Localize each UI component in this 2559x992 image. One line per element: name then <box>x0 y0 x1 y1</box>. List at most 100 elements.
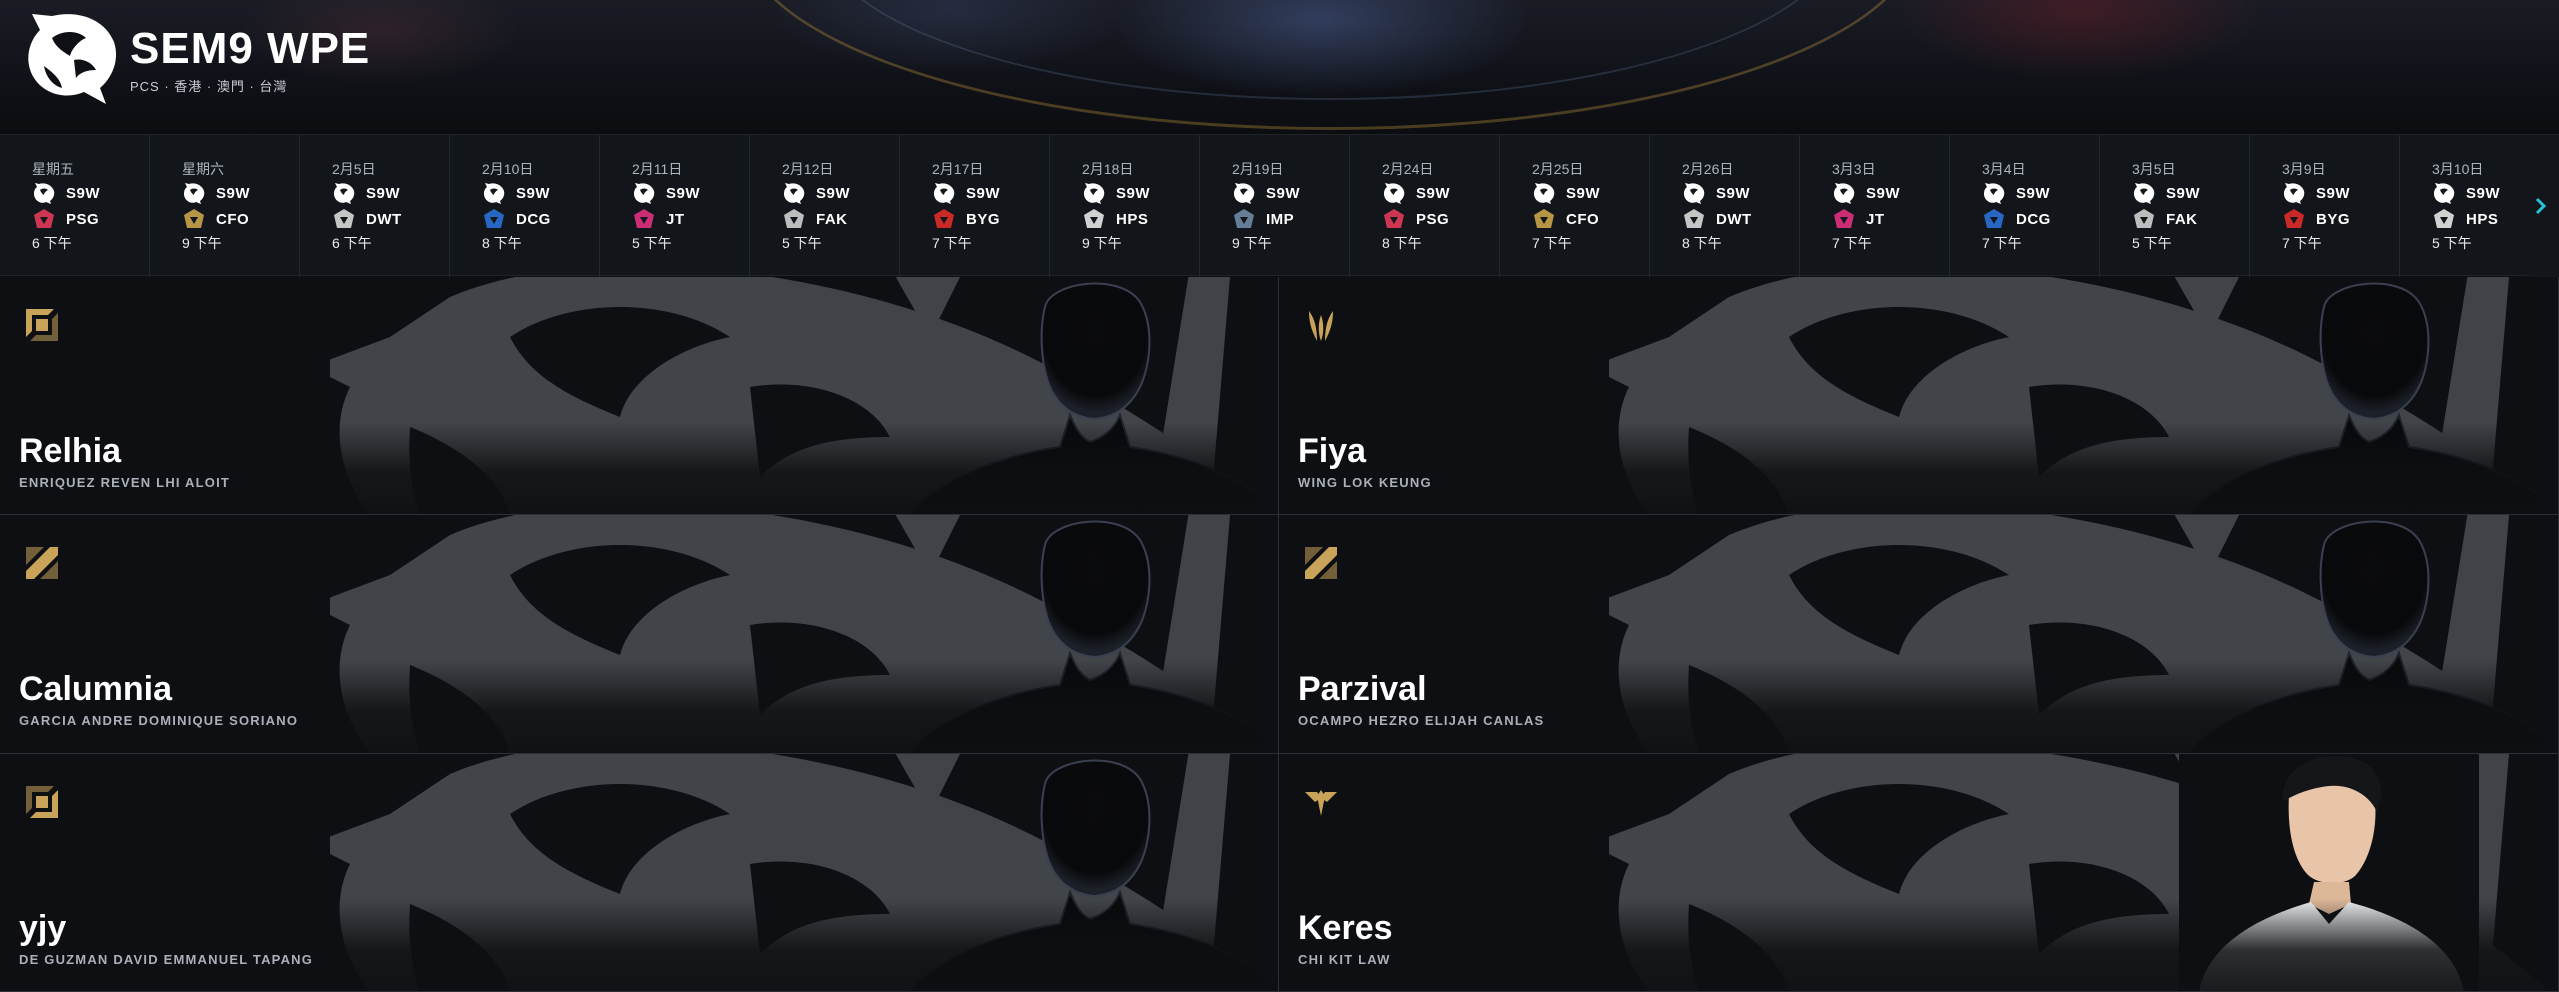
opponent-logo-icon <box>2134 209 2154 228</box>
s9w-logo-icon <box>933 183 955 204</box>
s9w-logo-icon <box>2133 183 2155 204</box>
match-opponent-code: BYG <box>2316 210 2351 228</box>
player-name: Calumnia <box>19 670 173 708</box>
schedule-next-button[interactable] <box>2523 135 2559 277</box>
match-opponent-row: DWT <box>332 207 449 231</box>
match-opponent-row: BYG <box>932 207 1049 231</box>
match-time: 9 下午 <box>1232 235 1272 251</box>
match-opponent-row: FAK <box>782 207 899 231</box>
player-card[interactable]: Relhia ENRIQUEZ REVEN LHI ALOIT <box>0 277 1279 515</box>
roster-grid: Relhia ENRIQUEZ REVEN LHI ALOIT Fiya WING L… <box>0 277 2559 992</box>
schedule-match[interactable]: 2月25日 S9W CFO 7 下午 <box>1500 135 1650 277</box>
match-opponent-row: IMP <box>1232 207 1349 231</box>
match-time: 7 下午 <box>2282 235 2322 251</box>
match-opponent-code: CFO <box>216 210 250 228</box>
player-card[interactable]: Fiya WING LOK KEUNG <box>1279 277 2559 515</box>
player-card[interactable]: Parzival OCAMPO HEZRO ELIJAH CANLAS <box>1279 515 2559 754</box>
match-team-code: S9W <box>1416 184 1451 202</box>
s9w-logo-icon <box>333 183 355 204</box>
schedule-match[interactable]: 3月4日 S9W DCG 7 下午 <box>1950 135 2100 277</box>
s9w-logo-icon <box>1083 183 1105 204</box>
player-name: Parzival <box>1298 670 1427 708</box>
card-shade <box>0 660 1278 753</box>
schedule-match[interactable]: 2月12日 S9W FAK 5 下午 <box>750 135 900 277</box>
match-opponent-row: HPS <box>1082 207 1199 231</box>
match-opponent-row: FAK <box>2132 207 2249 231</box>
opponent-logo-icon <box>1084 209 1104 228</box>
match-team-row: S9W <box>932 181 1049 205</box>
match-team-code: S9W <box>2016 184 2051 202</box>
team-title: SEM9 WPE <box>130 24 371 73</box>
schedule-match[interactable]: 3月3日 S9W JT 7 下午 <box>1800 135 1950 277</box>
opponent-logo-icon <box>184 209 204 228</box>
schedule-match[interactable]: 2月19日 S9W IMP 9 下午 <box>1200 135 1350 277</box>
bottom-lane-icon <box>22 782 62 822</box>
chevron-right-icon <box>2535 197 2547 215</box>
opponent-logo-icon <box>1534 209 1554 228</box>
opponent-logo-icon <box>784 209 804 228</box>
match-opponent-row: JT <box>1832 207 1949 231</box>
match-time: 5 下午 <box>632 235 672 251</box>
schedule-match[interactable]: 2月10日 S9W DCG 8 下午 <box>450 135 600 277</box>
match-opponent-code: JT <box>666 210 685 228</box>
match-opponent-code: HPS <box>2466 210 2499 228</box>
opponent-logo-icon <box>1684 209 1704 228</box>
card-shade <box>1279 899 2558 991</box>
match-opponent-row: DWT <box>1682 207 1799 231</box>
schedule-match[interactable]: 星期五 S9W PSG 6 下午 <box>0 135 150 277</box>
match-team-row: S9W <box>332 181 449 205</box>
player-card[interactable]: yjy DE GUZMAN DAVID EMMANUEL TAPANG <box>0 754 1279 992</box>
match-opponent-code: JT <box>1866 210 1885 228</box>
s9w-logo-icon <box>633 183 655 204</box>
match-time: 7 下午 <box>1532 235 1572 251</box>
player-card[interactable]: Calumnia GARCIA ANDRE DOMINIQUE SORIANO <box>0 515 1279 754</box>
opponent-logo-icon <box>2434 209 2454 228</box>
match-team-row: S9W <box>1682 181 1799 205</box>
schedule-match[interactable]: 星期六 S9W CFO 9 下午 <box>150 135 300 277</box>
match-opponent-code: CFO <box>1566 210 1600 228</box>
s9w-logo-icon <box>33 183 55 204</box>
match-team-code: S9W <box>366 184 401 202</box>
match-team-code: S9W <box>666 184 701 202</box>
match-date: 星期五 <box>32 161 74 177</box>
match-team-row: S9W <box>1082 181 1199 205</box>
s9w-logo-icon <box>1383 183 1405 204</box>
match-date: 2月17日 <box>932 161 984 177</box>
card-shade <box>0 899 1278 991</box>
match-date: 2月19日 <box>1232 161 1284 177</box>
team-header: SEM9 WPE PCS · 香港 · 澳門 · 台灣 <box>0 0 2559 134</box>
match-date: 3月3日 <box>1832 161 1876 177</box>
player-real-name: OCAMPO HEZRO ELIJAH CANLAS <box>1298 713 1545 728</box>
schedule-match[interactable]: 2月17日 S9W BYG 7 下午 <box>900 135 1050 277</box>
match-date: 2月25日 <box>1532 161 1584 177</box>
match-opponent-code: FAK <box>816 210 848 228</box>
match-date: 星期六 <box>182 161 224 177</box>
match-team-row: S9W <box>1832 181 1949 205</box>
match-date: 2月10日 <box>482 161 534 177</box>
player-name: yjy <box>19 909 67 947</box>
schedule-match[interactable]: 2月24日 S9W PSG 8 下午 <box>1350 135 1500 277</box>
match-time: 9 下午 <box>1082 235 1122 251</box>
schedule-match[interactable]: 3月9日 S9W BYG 7 下午 <box>2250 135 2400 277</box>
match-time: 8 下午 <box>1682 235 1722 251</box>
player-real-name: WING LOK KEUNG <box>1298 475 1432 490</box>
match-time: 5 下午 <box>2132 235 2172 251</box>
match-time: 8 下午 <box>1382 235 1422 251</box>
match-time: 9 下午 <box>182 235 222 251</box>
player-real-name: GARCIA ANDRE DOMINIQUE SORIANO <box>19 713 299 728</box>
match-team-row: S9W <box>32 181 149 205</box>
schedule-match[interactable]: 3月5日 S9W FAK 5 下午 <box>2100 135 2250 277</box>
match-team-code: S9W <box>1866 184 1901 202</box>
match-date: 2月5日 <box>332 161 376 177</box>
schedule-match[interactable]: 2月26日 S9W DWT 8 下午 <box>1650 135 1800 277</box>
schedule-match[interactable]: 2月18日 S9W HPS 9 下午 <box>1050 135 1200 277</box>
player-card[interactable]: Keres CHI KIT LAW <box>1279 754 2559 992</box>
schedule-match[interactable]: 2月5日 S9W DWT 6 下午 <box>300 135 450 277</box>
match-team-code: S9W <box>1716 184 1751 202</box>
opponent-logo-icon <box>484 209 504 228</box>
schedule-match[interactable]: 2月11日 S9W JT 5 下午 <box>600 135 750 277</box>
match-team-code: S9W <box>1116 184 1151 202</box>
match-team-row: S9W <box>1232 181 1349 205</box>
s9w-logo-icon <box>1533 183 1555 204</box>
match-team-code: S9W <box>2166 184 2201 202</box>
